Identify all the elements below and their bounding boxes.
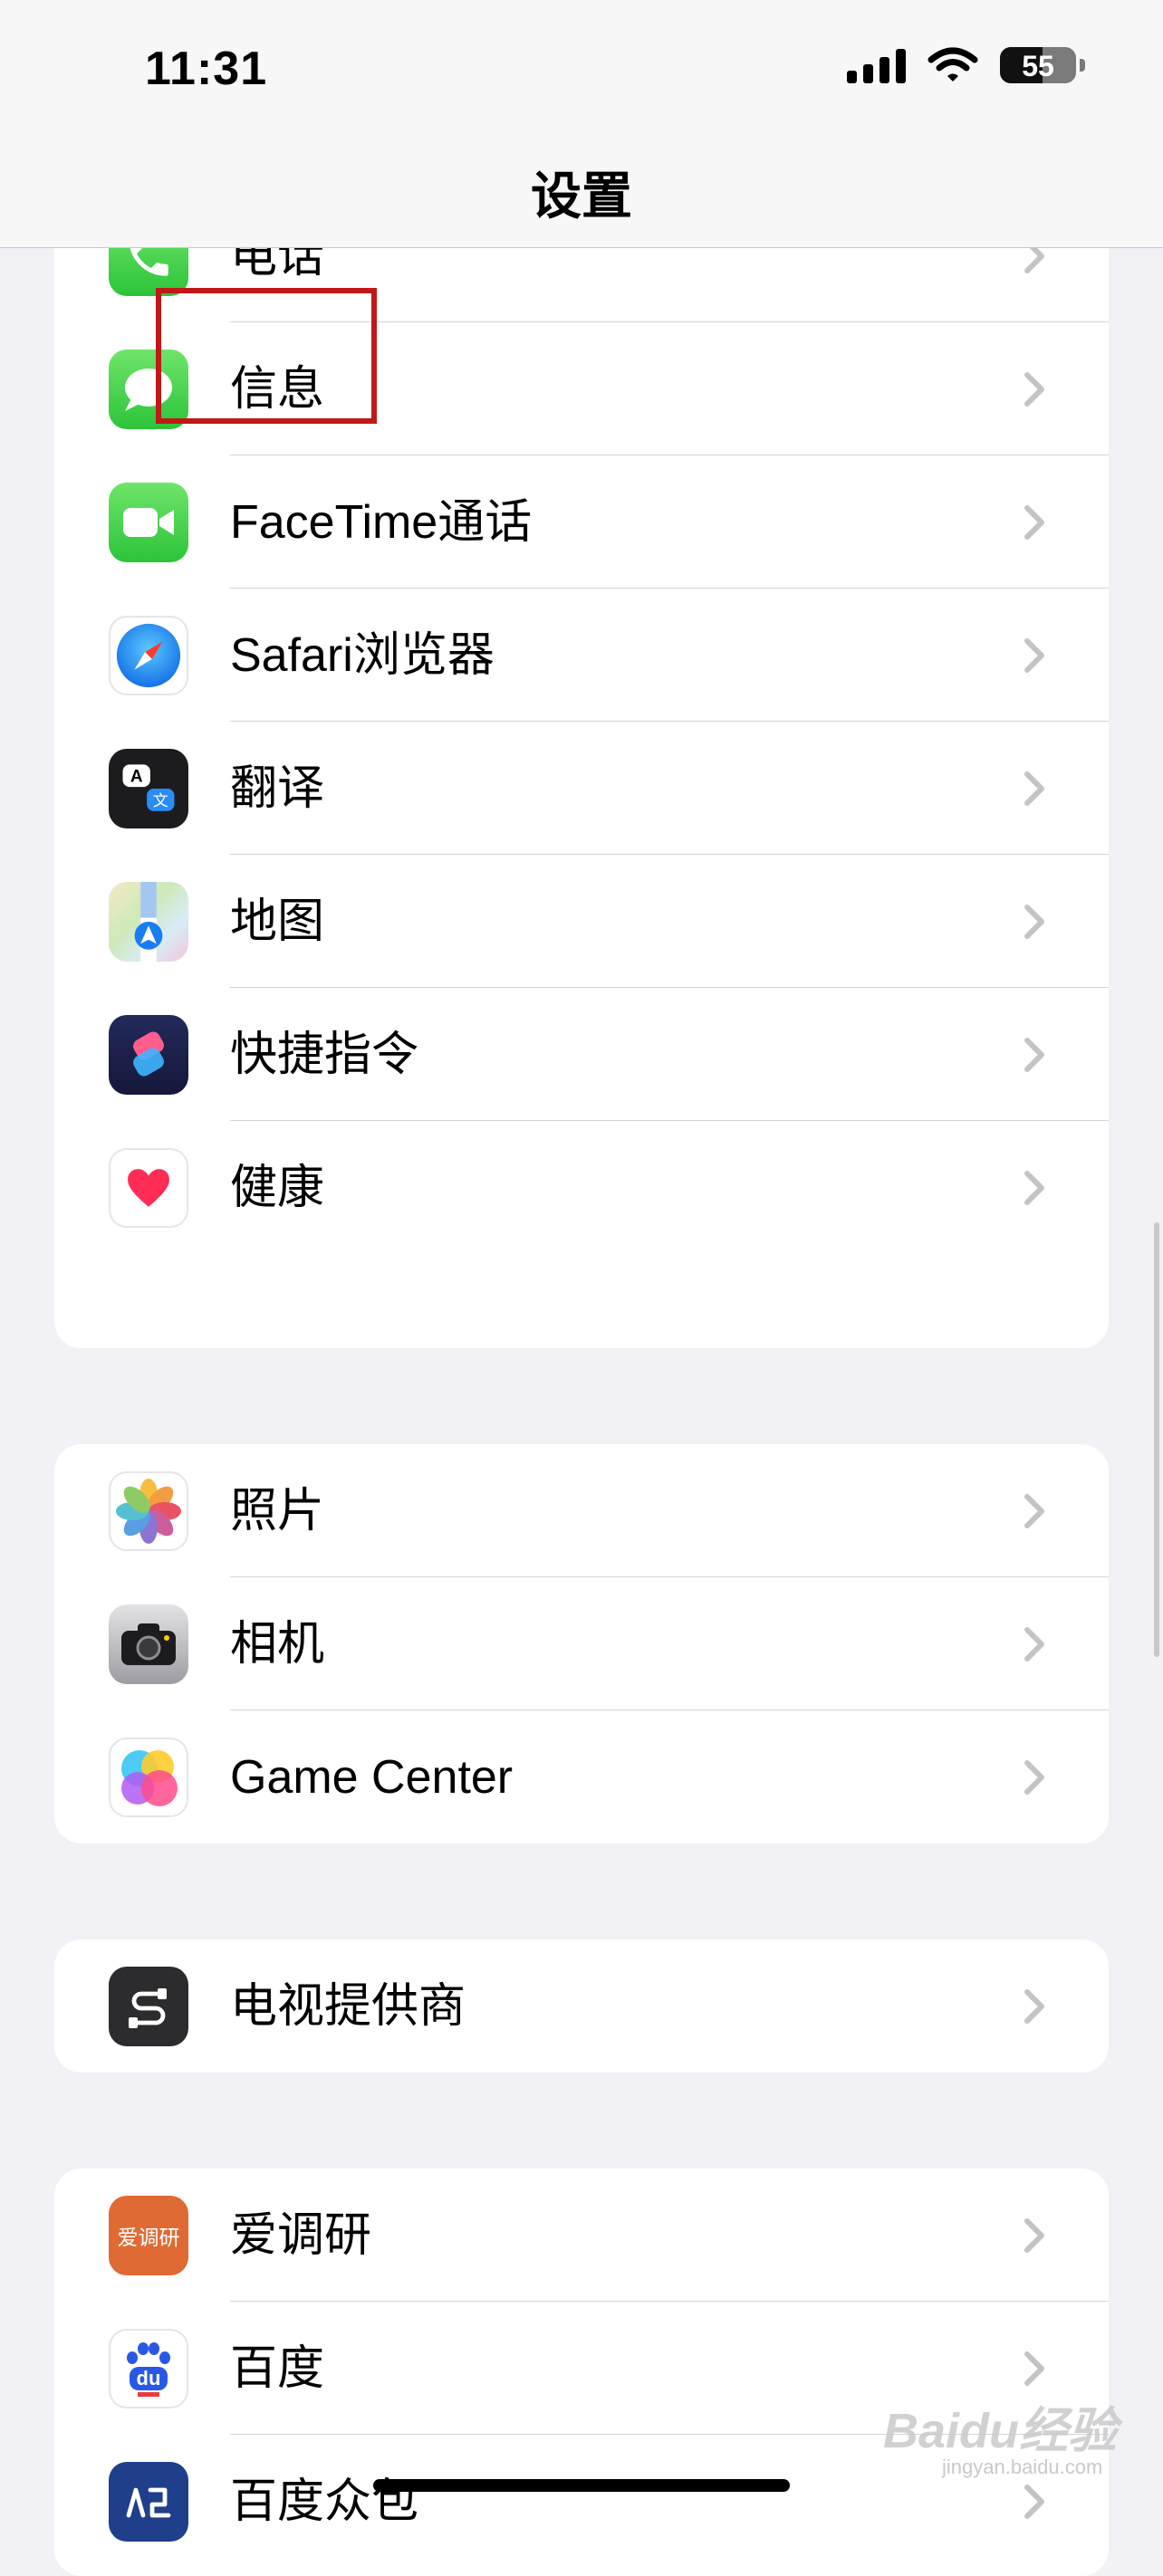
camera-icon [109, 1604, 188, 1684]
settings-group-media: 照片 相机 Game Center [54, 1444, 1109, 1843]
game-center-icon [109, 1738, 188, 1817]
navigation-bar: 11:31 55 设置 [0, 0, 1163, 248]
health-icon [109, 1148, 188, 1228]
svg-text:A: A [130, 767, 143, 786]
row-label: 翻译 [230, 762, 325, 815]
chevron-right-icon [1024, 372, 1044, 407]
chevron-right-icon [1024, 1038, 1044, 1072]
chevron-right-icon [1024, 905, 1044, 939]
settings-row-safari[interactable]: Safari浏览器 [54, 589, 1109, 722]
scroll-indicator [1154, 1222, 1159, 1657]
photos-icon [109, 1471, 188, 1551]
facetime-icon [109, 483, 188, 562]
row-label: 照片 [230, 1485, 325, 1537]
settings-row-facetime[interactable]: FaceTime通话 [54, 455, 1109, 589]
home-indicator[interactable] [373, 2479, 790, 2492]
row-label: 电视提供商 [230, 1980, 466, 2033]
maps-icon [109, 882, 188, 962]
baidu-icon-text: du [129, 2366, 168, 2390]
row-label: 爱调研 [230, 2209, 372, 2262]
baidu-zhongbao-icon [109, 2462, 188, 2542]
svg-text:文: 文 [153, 792, 168, 810]
cellular-signal-icon [847, 47, 906, 83]
aidiaoyan-icon-text: 爱调研 [117, 2226, 180, 2250]
translate-icon: A 文 [109, 749, 188, 828]
settings-row-maps[interactable]: 地图 [54, 855, 1109, 988]
shortcuts-icon [109, 1015, 188, 1095]
settings-row-translate[interactable]: A 文 翻译 [54, 722, 1109, 855]
aidiaoyan-icon: 爱调研 [109, 2196, 188, 2275]
chevron-right-icon [1024, 2485, 1044, 2519]
chevron-right-icon [1024, 1171, 1044, 1205]
status-icons: 55 [847, 47, 1085, 83]
chevron-right-icon [1024, 1760, 1044, 1795]
settings-row-game-center[interactable]: Game Center [54, 1710, 1109, 1843]
wifi-icon [928, 47, 978, 81]
chevron-right-icon [1024, 1494, 1044, 1528]
row-label: 百度 [230, 2342, 325, 2395]
battery-icon: 55 [1000, 47, 1085, 83]
tv-provider-icon [109, 1967, 188, 2046]
page-title: 设置 [531, 168, 632, 225]
chevron-right-icon [1024, 638, 1044, 673]
watermark-logo: Baidu经验 [883, 2404, 1118, 2458]
chevron-right-icon [1024, 2218, 1044, 2253]
status-time: 11:31 [145, 43, 268, 95]
row-label: FaceTime通话 [230, 496, 533, 549]
settings-row-shortcuts[interactable]: 快捷指令 [54, 988, 1109, 1121]
battery-level: 55 [1022, 50, 1054, 82]
chevron-right-icon [1024, 1627, 1044, 1661]
settings-row-photos[interactable]: 照片 [54, 1444, 1109, 1577]
row-label: Game Center [230, 1751, 514, 1804]
settings-row-tv-provider[interactable]: 电视提供商 [54, 1939, 1109, 2073]
chevron-right-icon [1024, 505, 1044, 540]
chevron-right-icon [1024, 771, 1044, 806]
settings-row-health[interactable]: 健康 [54, 1121, 1109, 1254]
row-label: 健康 [230, 1162, 325, 1214]
chevron-right-icon [1024, 2351, 1044, 2386]
row-label: 相机 [230, 1618, 325, 1671]
settings-row-aidiaoyan[interactable]: 爱调研 爱调研 [54, 2169, 1109, 2302]
row-label: Safari浏览器 [230, 629, 495, 682]
settings-row-camera[interactable]: 相机 [54, 1577, 1109, 1710]
row-label: 快捷指令 [230, 1029, 419, 1081]
row-label: 地图 [230, 895, 325, 948]
settings-group-tv: 电视提供商 [54, 1939, 1109, 2073]
highlight-box [156, 288, 377, 424]
chevron-right-icon [1024, 1989, 1044, 2024]
baidu-icon: du [109, 2329, 188, 2408]
watermark-url: jingyan.baidu.com [942, 2456, 1103, 2478]
safari-icon [109, 616, 188, 695]
